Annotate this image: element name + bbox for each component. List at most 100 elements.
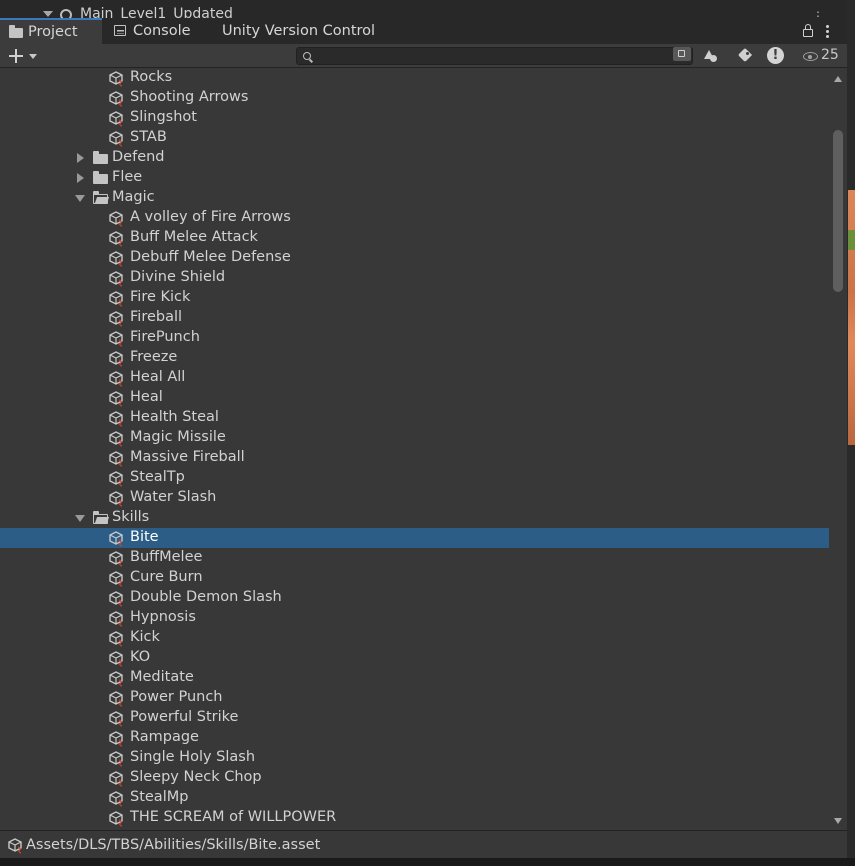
folder-name: Magic xyxy=(112,189,155,205)
asset-name: Debuff Melee Defense xyxy=(130,249,291,265)
asset-item[interactable]: Magic Missile xyxy=(0,428,829,448)
scroll-thumb[interactable] xyxy=(833,130,843,292)
asset-item[interactable]: Sleepy Neck Chop xyxy=(0,768,829,788)
warning-icon[interactable]: ! xyxy=(767,47,784,64)
lock-icon[interactable] xyxy=(803,24,813,37)
asset-item[interactable]: Massive Fireball xyxy=(0,448,829,468)
search-by-type-icon[interactable] xyxy=(673,47,691,61)
hidden-packages-count: 25 xyxy=(821,47,839,63)
tab-project[interactable]: Project xyxy=(0,18,102,44)
asset-name: Shooting Arrows xyxy=(130,89,249,105)
asset-item[interactable]: Powerful Strike xyxy=(0,708,829,728)
search-input[interactable] xyxy=(315,48,665,64)
asset-item[interactable]: Rampage xyxy=(0,728,829,748)
foldout-collapsed-icon[interactable] xyxy=(77,173,84,183)
asset-name: Divine Shield xyxy=(130,269,226,285)
scriptable-object-icon xyxy=(109,671,124,687)
scriptable-object-icon xyxy=(109,531,124,547)
asset-item[interactable]: Divine Shield xyxy=(0,268,829,288)
more-icon[interactable]: ⋮ xyxy=(812,9,824,18)
asset-item[interactable]: Kick xyxy=(0,628,829,648)
asset-item[interactable]: KO xyxy=(0,648,829,668)
asset-item[interactable]: Health Steal xyxy=(0,408,829,428)
asset-item[interactable]: BuffMelee xyxy=(0,548,829,568)
window-bottom-edge xyxy=(0,858,855,866)
foldout-expanded-icon[interactable] xyxy=(75,195,85,202)
scroll-down-icon[interactable] xyxy=(834,818,842,824)
scriptable-object-icon xyxy=(109,451,124,467)
scene-title: Main_Level1_Updated xyxy=(80,6,233,18)
asset-name: A volley of Fire Arrows xyxy=(130,209,291,225)
asset-item[interactable]: StealTp xyxy=(0,468,829,488)
asset-item[interactable]: Buff Melee Attack xyxy=(0,228,829,248)
foldout-expanded-icon[interactable] xyxy=(75,515,85,522)
asset-name: Kick xyxy=(130,629,160,645)
scriptable-object-icon xyxy=(109,611,124,627)
expand-arrow-icon[interactable] xyxy=(43,11,53,17)
asset-item[interactable]: Single Holy Slash xyxy=(0,748,829,768)
asset-item[interactable]: FirePunch xyxy=(0,328,829,348)
asset-name: Rampage xyxy=(130,729,199,745)
folder-item-flee[interactable]: Flee xyxy=(0,168,829,188)
filter-by-label-icon[interactable] xyxy=(737,48,753,64)
tab-console[interactable]: Console xyxy=(103,18,207,44)
asset-item[interactable]: A volley of Fire Arrows xyxy=(0,208,829,228)
tab-unity-version-control[interactable]: Unity Version Control xyxy=(208,18,388,44)
asset-name: Sleepy Neck Chop xyxy=(130,769,262,785)
folder-name: Flee xyxy=(112,169,143,185)
create-button[interactable] xyxy=(6,47,40,65)
project-tree[interactable]: Rocks Shooting Arrows Slingshot STAB Defend F… xyxy=(0,68,829,830)
scriptable-object-icon xyxy=(109,291,124,307)
asset-item[interactable]: Shooting Arrows xyxy=(0,88,829,108)
vertical-scrollbar[interactable] xyxy=(829,68,847,830)
eye-icon[interactable] xyxy=(803,52,818,61)
folder-item-magic[interactable]: Magic xyxy=(0,188,829,208)
asset-item[interactable]: Cure Burn xyxy=(0,568,829,588)
asset-item[interactable]: Rocks xyxy=(0,68,829,88)
asset-name: Powerful Strike xyxy=(130,709,239,725)
scriptable-object-icon xyxy=(109,271,124,287)
asset-item[interactable]: Slingshot xyxy=(0,108,829,128)
asset-item[interactable]: Power Punch xyxy=(0,688,829,708)
asset-item[interactable]: THE SCREAM of WILLPOWER xyxy=(0,808,829,828)
asset-item[interactable]: Meditate xyxy=(0,668,829,688)
asset-item[interactable]: Fire Kick xyxy=(0,288,829,308)
search-icon xyxy=(303,52,311,60)
scriptable-object-icon xyxy=(109,811,124,827)
scriptable-object-icon xyxy=(109,431,124,447)
filter-by-type-icon[interactable] xyxy=(703,48,719,64)
scroll-up-icon[interactable] xyxy=(834,76,842,82)
tab-label: Console xyxy=(133,23,191,39)
asset-name: FirePunch xyxy=(130,329,200,345)
folder-icon xyxy=(93,171,108,184)
scriptable-object-icon xyxy=(109,351,124,367)
scriptable-object-icon xyxy=(109,651,124,667)
tab-label: Unity Version Control xyxy=(222,23,376,39)
asset-item[interactable]: StealMp xyxy=(0,788,829,808)
selected-asset-path: Assets/DLS/TBS/Abilities/Skills/Bite.ass… xyxy=(26,837,321,853)
foldout-collapsed-icon[interactable] xyxy=(77,153,84,163)
asset-item[interactable]: Fireball xyxy=(0,308,829,328)
console-icon xyxy=(114,25,126,36)
asset-name: Single Holy Slash xyxy=(130,749,256,765)
asset-item[interactable]: Water Slash xyxy=(0,488,829,508)
asset-name: StealMp xyxy=(130,789,189,805)
folder-item-defend[interactable]: Defend xyxy=(0,148,829,168)
folder-item-skills[interactable]: Skills xyxy=(0,508,829,528)
asset-item[interactable]: Bite xyxy=(0,528,829,548)
scriptable-object-icon xyxy=(109,631,124,647)
asset-item[interactable]: Debuff Melee Defense xyxy=(0,248,829,268)
asset-item[interactable]: STAB xyxy=(0,128,829,148)
asset-name: Health Steal xyxy=(130,409,219,425)
asset-item[interactable]: Hypnosis xyxy=(0,608,829,628)
folder-icon xyxy=(93,151,108,164)
scriptable-object-icon xyxy=(109,311,124,327)
search-field[interactable] xyxy=(296,47,693,65)
asset-item[interactable]: Freeze xyxy=(0,348,829,368)
asset-item[interactable]: Heal All xyxy=(0,368,829,388)
asset-item[interactable]: Heal xyxy=(0,388,829,408)
project-toolbar xyxy=(0,44,855,68)
window-menu-icon[interactable] xyxy=(826,24,829,38)
scriptable-object-icon xyxy=(109,491,124,507)
asset-item[interactable]: Double Demon Slash xyxy=(0,588,829,608)
